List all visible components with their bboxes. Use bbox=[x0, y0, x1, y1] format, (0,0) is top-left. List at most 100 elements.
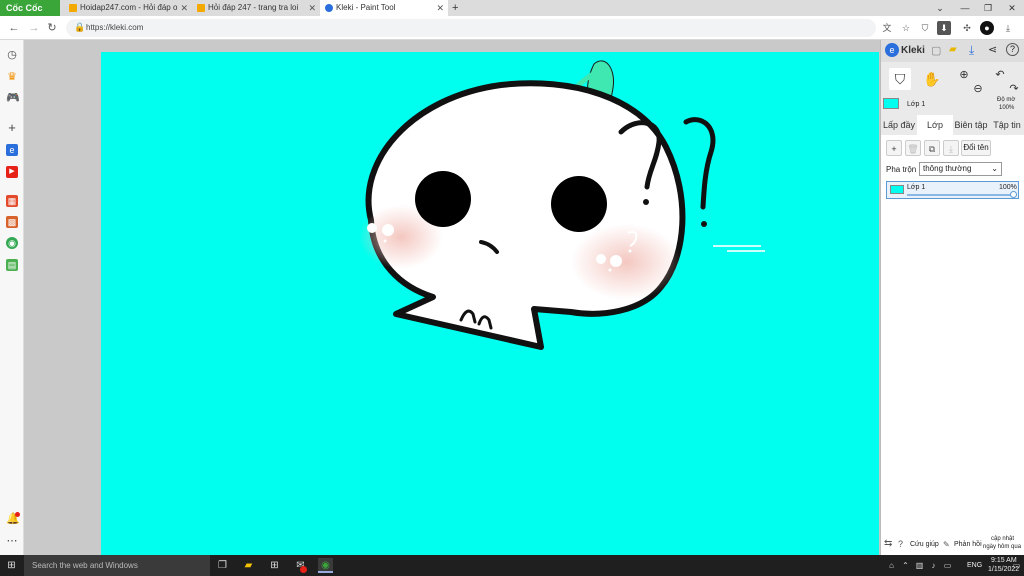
layer-opacity-handle[interactable] bbox=[1010, 191, 1017, 198]
translate-icon[interactable]: 文 bbox=[880, 21, 894, 35]
layer-opacity-slider[interactable] bbox=[907, 194, 1015, 196]
notification-center-icon[interactable]: ▭ bbox=[1009, 558, 1024, 573]
tab-fill[interactable]: Lấp đầy bbox=[881, 115, 917, 135]
task-view-icon[interactable]: ❐ bbox=[215, 558, 230, 573]
tab-file[interactable]: Tập tin bbox=[989, 115, 1024, 135]
updated-when[interactable]: ngày hôm qua bbox=[983, 544, 1021, 550]
downloads-icon[interactable]: ⤓ bbox=[1001, 21, 1015, 35]
language-indicator[interactable]: ENG bbox=[967, 562, 982, 569]
tab-layers[interactable]: Lớp bbox=[917, 115, 953, 135]
tab-hoidap247[interactable]: Hoidap247.com - Hỏi đáp o ✕ bbox=[64, 0, 192, 16]
sparkle bbox=[596, 254, 606, 264]
updated-label[interactable]: cập nhật bbox=[991, 536, 1014, 542]
crown-icon[interactable]: ♛ bbox=[6, 71, 18, 83]
merge-layer-icon[interactable]: ⤓ bbox=[943, 140, 959, 156]
kleki-workspace[interactable] bbox=[24, 40, 880, 555]
zoom-out-icon[interactable]: ⊖ bbox=[967, 78, 989, 100]
chevron-up-icon[interactable]: ⌃ bbox=[898, 558, 913, 573]
question-dot-left bbox=[643, 199, 649, 205]
windows-start-icon[interactable]: ⊞ bbox=[4, 558, 19, 573]
youtube-icon[interactable]: ▶ bbox=[6, 166, 18, 178]
browser-sidebar: ◷ ♛ 🎮 + e ▶ ▦ ▩ ◉ ▤ 🔔 ⋯ bbox=[0, 40, 24, 555]
layer-thumbnail bbox=[883, 98, 899, 109]
add-shortcut-icon[interactable]: + bbox=[6, 121, 18, 134]
restore-icon[interactable]: ❐ bbox=[978, 0, 998, 16]
blend-label: Pha trộn bbox=[886, 165, 917, 174]
download-icon[interactable]: ⤓ bbox=[969, 43, 974, 58]
rename-layer-button[interactable]: Đổi tên bbox=[961, 140, 991, 156]
file-explorer-icon[interactable]: ▰ bbox=[241, 558, 256, 573]
feedback-icon[interactable]: ✎ bbox=[943, 540, 950, 549]
sparkle bbox=[608, 268, 612, 272]
download-extension-icon[interactable]: ⬇ bbox=[937, 21, 951, 35]
forward-arrow-icon[interactable]: → bbox=[26, 20, 42, 36]
people-icon[interactable]: ⌂ bbox=[884, 558, 899, 573]
back-arrow-icon[interactable]: ← bbox=[6, 20, 22, 36]
shield-icon[interactable]: ⛉ bbox=[918, 21, 932, 35]
star-icon[interactable]: ☆ bbox=[899, 21, 913, 35]
battery-icon[interactable]: ▭ bbox=[940, 558, 955, 573]
tab-label: Kleki - Paint Tool bbox=[336, 3, 396, 12]
address-url: https://kleki.com bbox=[86, 23, 144, 32]
close-icon[interactable]: ✕ bbox=[180, 0, 188, 16]
tab-kleki[interactable]: Kleki - Paint Tool ✕ bbox=[320, 0, 448, 16]
feedback-link[interactable]: Phản hồi bbox=[954, 541, 982, 548]
share-icon[interactable]: ⋖ bbox=[988, 43, 997, 56]
profile-avatar[interactable]: ● bbox=[980, 21, 994, 35]
small-question-dot bbox=[628, 249, 632, 253]
delete-layer-icon[interactable]: 🗑 bbox=[905, 140, 921, 156]
kleki-shortcut-icon[interactable]: e bbox=[6, 144, 18, 156]
browser-tab-strip: Cốc Cốc Hoidap247.com - Hỏi đáp o ✕ Hỏi … bbox=[0, 0, 1024, 16]
coccoc-taskbar-icon[interactable]: ◉ bbox=[318, 558, 333, 573]
network-icon[interactable]: ▥ bbox=[912, 558, 927, 573]
blend-mode-select[interactable]: thông thường ⌄ bbox=[919, 162, 1002, 176]
tab-label: Hoidap247.com - Hỏi đáp o bbox=[80, 3, 178, 12]
notification-dot bbox=[15, 512, 20, 517]
maps-shortcut-icon[interactable]: ◉ bbox=[6, 237, 18, 249]
active-layer-name: Lớp 1 bbox=[907, 101, 926, 108]
watermark-stroke bbox=[727, 250, 765, 252]
duplicate-layer-icon[interactable]: ⧉ bbox=[924, 140, 940, 156]
sparkle bbox=[383, 239, 387, 243]
game-shortcut-icon[interactable]: ▩ bbox=[6, 216, 18, 228]
history-icon[interactable]: ◷ bbox=[6, 49, 18, 61]
tab-label: Hỏi đáp 247 - trang tra loi bbox=[208, 3, 299, 12]
canvas-drawing bbox=[359, 60, 765, 350]
volume-icon[interactable]: ♪ bbox=[926, 558, 941, 573]
drawing-canvas[interactable] bbox=[101, 52, 879, 555]
sparkle bbox=[382, 224, 394, 236]
close-window-icon[interactable]: ✕ bbox=[1002, 0, 1022, 16]
window-menu-icon[interactable]: ⌄ bbox=[930, 0, 950, 16]
tab-hoidap-traloi[interactable]: Hỏi đáp 247 - trang tra loi ✕ bbox=[192, 0, 320, 16]
close-icon[interactable]: ✕ bbox=[308, 0, 316, 16]
hoidap-favicon-icon bbox=[69, 4, 77, 12]
store-icon[interactable]: ⊞ bbox=[267, 558, 282, 573]
hand-icon[interactable]: ✋ bbox=[921, 68, 943, 90]
coccoc-menu-button[interactable]: Cốc Cốc bbox=[0, 0, 60, 16]
more-icon[interactable]: ⋯ bbox=[6, 535, 18, 547]
blend-mode-value: thông thường bbox=[923, 164, 972, 173]
reload-icon[interactable]: ↻ bbox=[44, 20, 60, 36]
puzzle-icon[interactable]: ✣ bbox=[960, 21, 974, 35]
layer-list-item[interactable]: Lớp 1 100% bbox=[886, 181, 1019, 199]
gamepad-icon[interactable]: 🎮 bbox=[6, 92, 20, 104]
add-layer-icon[interactable]: + bbox=[886, 140, 902, 156]
help-link[interactable]: Cứu giúp bbox=[910, 541, 939, 548]
kleki-header: e Kleki ▢ ▰ ⤓ ⋖ ? bbox=[881, 40, 1024, 62]
address-bar[interactable]: 🔒 https://kleki.com bbox=[66, 19, 876, 37]
new-tab-button[interactable]: + bbox=[448, 0, 464, 16]
address-toolbar: ← → ↻ 🔒 https://kleki.com 文 ☆ ⛉ ⬇ ✣ ● ⤓ bbox=[0, 16, 1024, 40]
tab-edit[interactable]: Biên tập bbox=[953, 115, 989, 135]
close-icon[interactable]: ✕ bbox=[436, 0, 444, 16]
open-file-icon[interactable]: ▰ bbox=[949, 44, 957, 55]
app-shortcut-icon[interactable]: ▦ bbox=[6, 195, 18, 207]
fill-bucket-icon[interactable]: ⛉ bbox=[889, 68, 911, 90]
swap-icon[interactable]: ⇆ bbox=[884, 538, 892, 549]
help-circle-icon[interactable]: ? bbox=[898, 539, 903, 549]
new-file-icon[interactable]: ▢ bbox=[931, 44, 941, 57]
sheet-shortcut-icon[interactable]: ▤ bbox=[6, 259, 18, 271]
help-icon[interactable]: ? bbox=[1006, 43, 1019, 56]
right-blush bbox=[571, 224, 681, 300]
taskbar-search[interactable]: Search the web and Windows bbox=[24, 555, 210, 576]
minimize-icon[interactable]: — bbox=[955, 0, 975, 16]
